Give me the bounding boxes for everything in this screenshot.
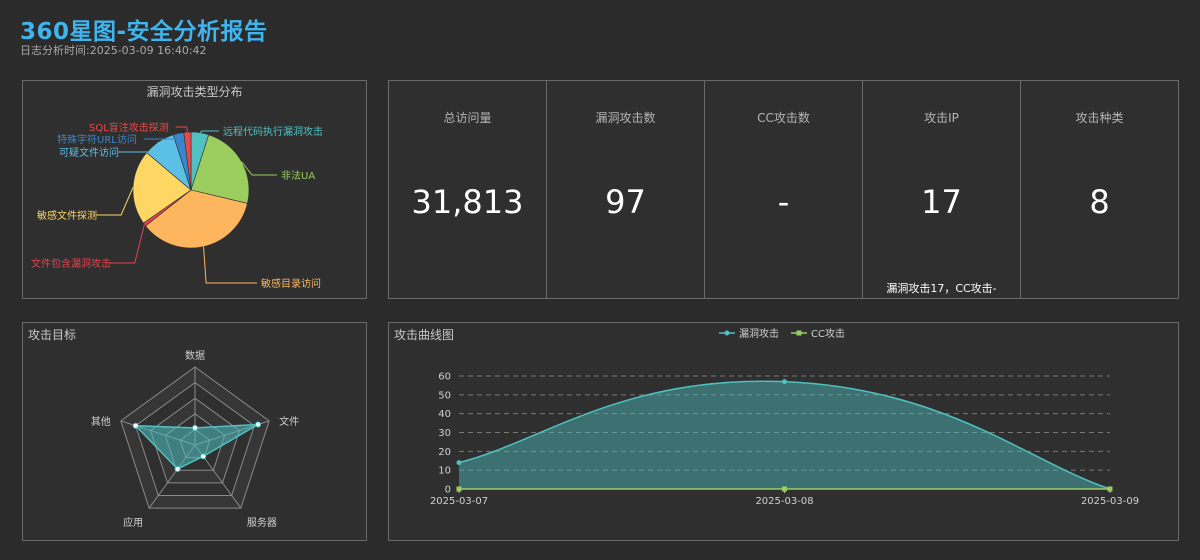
x-tick-label: 2025-03-09 — [1081, 496, 1139, 507]
radar-point[interactable] — [255, 421, 262, 428]
stat-label: CC攻击数 — [757, 111, 810, 125]
pie-chart: 远程代码执行漏洞攻击非法UA 敏感目录访问 文件包含漏洞攻击 敏感文件探测 可疑文件访问… — [31, 121, 323, 290]
radar-indicator-label: 文件 — [279, 415, 299, 428]
stat-value: - — [777, 183, 790, 221]
y-tick-label: 50 — [438, 390, 451, 401]
vuln-area — [459, 381, 1110, 489]
pie-slice-label: 远程代码执行漏洞攻击 — [223, 125, 323, 138]
pie-slice-label: 非法UA — [281, 169, 315, 182]
vuln-point[interactable] — [456, 460, 462, 466]
stat-attack-types: 攻击种类 8 — [1021, 81, 1178, 298]
x-tick-label: 2025-03-07 — [430, 496, 488, 507]
stat-label: 攻击种类 — [1075, 111, 1124, 125]
radar-point[interactable] — [132, 422, 139, 429]
y-tick-label: 60 — [438, 372, 451, 383]
attack-type-pie-panel: 漏洞攻击类型分布 远程代码执行漏洞攻击 非法UA 敏感目录访问 文件包含漏洞攻击 敏感文… — [22, 80, 367, 299]
radar-indicator-label: 应用 — [123, 516, 143, 529]
attack-target-radar-panel: 攻击目标 数据 文件 服务器 应用 其他 — [22, 322, 367, 541]
pie-slice-label: SQL盲注攻击探测 — [89, 121, 169, 134]
pie-label-line — [96, 187, 134, 216]
page-title: 360星图-安全分析报告 — [20, 19, 268, 45]
pie-slice-label: 敏感目录访问 — [261, 277, 321, 290]
stat-value: 31,813 — [411, 183, 524, 221]
legend-item[interactable]: 漏洞攻击 — [719, 327, 779, 340]
attack-curve-panel: 攻击曲线图 漏洞攻击 CC攻击 0 10 20 30 40 50 60 2025-03-07 202… — [388, 322, 1179, 541]
stat-vuln-attacks: 漏洞攻击数 97 — [547, 81, 705, 298]
pie-slice-label: 特殊字符URL访问 — [57, 133, 137, 146]
radar-indicator-label: 其他 — [91, 415, 111, 428]
stat-label: 攻击IP — [924, 111, 959, 125]
pie-label-line — [199, 130, 219, 134]
stat-attack-ip: 攻击IP 17 漏洞攻击17，CC攻击- — [863, 81, 1021, 298]
pie-slice-label: 敏感文件探测 — [37, 209, 97, 222]
radar-indicator-label: 服务器 — [247, 516, 277, 529]
pie-label-line — [108, 224, 145, 264]
stat-value: 97 — [605, 183, 646, 221]
stat-total-visits: 总访问量 31,813 — [389, 81, 547, 298]
line-chart: 漏洞攻击 CC攻击 0 10 20 30 40 50 60 2025-03-07 2025-03-0… — [430, 327, 1139, 507]
stats-panel: 总访问量 31,813 漏洞攻击数 97 CC攻击数 - 攻击IP 17 漏洞攻… — [388, 80, 1179, 299]
radar-chart: 数据文件服务器 应用 其他 — [91, 349, 299, 529]
pie-slice-label: 可疑文件访问 — [59, 146, 119, 159]
radar-indicator-label: 数据 — [185, 349, 205, 362]
x-tick-label: 2025-03-08 — [755, 496, 813, 507]
cc-point[interactable] — [456, 486, 462, 492]
stat-note: 漏洞攻击17，CC攻击- — [886, 282, 997, 295]
radar-point[interactable] — [200, 453, 207, 460]
stat-cc-attacks: CC攻击数 - — [705, 81, 863, 298]
analysis-time: 日志分析时间:2025-03-09 16:40:42 — [20, 44, 207, 57]
stat-label: 总访问量 — [443, 111, 492, 125]
y-tick-label: 30 — [438, 428, 451, 439]
legend-label: CC攻击 — [811, 327, 845, 340]
y-tick-label: 0 — [445, 485, 451, 496]
radar-point[interactable] — [174, 465, 181, 472]
y-tick-label: 10 — [438, 466, 451, 477]
stat-value: 17 — [921, 183, 962, 221]
y-tick-label: 20 — [438, 447, 451, 458]
stat-value: 8 — [1089, 183, 1110, 221]
radar-point[interactable] — [192, 424, 198, 431]
legend-item[interactable]: CC攻击 — [791, 327, 845, 340]
pie-slice-label: 文件包含漏洞攻击 — [31, 257, 111, 270]
vuln-point[interactable] — [782, 379, 787, 385]
cc-point[interactable] — [782, 486, 787, 492]
cc-point[interactable] — [1107, 486, 1113, 492]
stat-label: 漏洞攻击数 — [595, 111, 656, 125]
pie-label-line — [203, 246, 257, 284]
pie-label-line — [175, 126, 188, 133]
legend-label: 漏洞攻击 — [739, 327, 779, 340]
y-tick-label: 40 — [438, 409, 451, 420]
